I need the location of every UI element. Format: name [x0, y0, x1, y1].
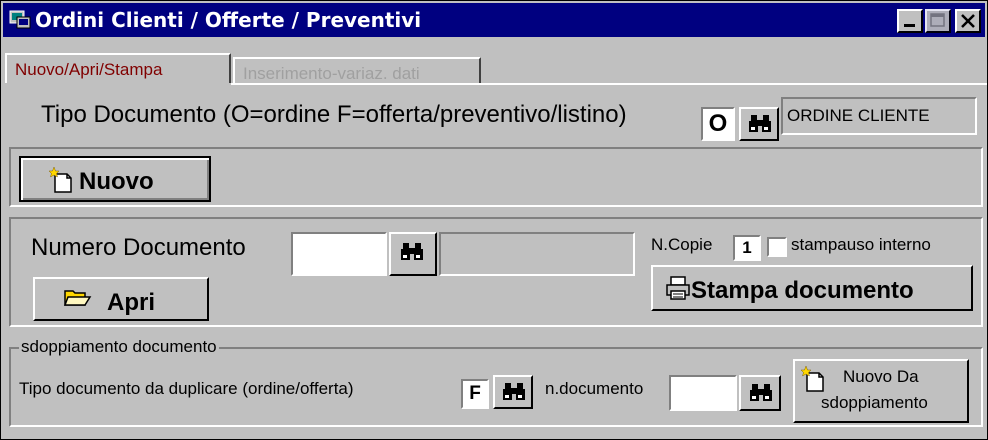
stampa-documento-label: Stampa documento: [691, 277, 914, 304]
binoculars-icon: [750, 384, 772, 401]
apri-button[interactable]: Apri: [33, 277, 209, 321]
stampa-documento-button[interactable]: Stampa documento: [651, 265, 973, 311]
tab-divider: [231, 83, 987, 85]
numero-documento-input[interactable]: [291, 232, 387, 276]
nuovo-button-label: Nuovo: [79, 168, 154, 195]
apri-button-label: Apri: [107, 289, 155, 316]
open-folder-icon: [63, 290, 92, 306]
stampa-uso-interno-checkbox[interactable]: [767, 237, 787, 257]
tipo-duplicare-label: Tipo documento da duplicare (ordine/offe…: [19, 379, 354, 398]
binoculars-icon: [401, 243, 423, 260]
sdoppiamento-label: sdoppiamento: [821, 393, 928, 412]
stampa-uso-interno-label: stampauso interno: [791, 235, 931, 254]
tab-nuovo-apri-stampa[interactable]: Nuovo/Apri/Stampa: [5, 53, 231, 83]
n-documento-label: n.documento: [545, 379, 644, 398]
nuovo-da-label: Nuovo Da: [843, 367, 919, 386]
ncopie-input[interactable]: 1: [733, 235, 761, 261]
new-document-icon: [49, 166, 72, 193]
application-window: Ordini Clienti / Offerte / Preventivi Nu…: [0, 0, 988, 440]
numero-documento-description: [439, 232, 635, 276]
numero-documento-search-button[interactable]: [389, 232, 437, 276]
printer-icon: [666, 276, 690, 300]
minimize-icon: [904, 24, 915, 27]
nuovo-button[interactable]: Nuovo: [19, 156, 211, 202]
n-documento-input[interactable]: [669, 375, 737, 411]
tipo-documento-search-button[interactable]: [739, 107, 779, 141]
window-title: Ordini Clienti / Offerte / Preventivi: [35, 8, 422, 32]
title-bar[interactable]: Ordini Clienti / Offerte / Preventivi: [3, 3, 985, 37]
binoculars-icon: [503, 383, 525, 400]
tipo-documento-label: Tipo Documento (O=ordine F=offerta/preve…: [41, 101, 627, 128]
numero-documento-label: Numero Documento: [31, 234, 246, 261]
tipo-documento-input[interactable]: O: [701, 107, 735, 141]
maximize-button[interactable]: [925, 9, 951, 33]
tipo-duplicare-search-button[interactable]: [493, 375, 533, 409]
sdoppiamento-group-label: sdoppiamento documento: [19, 337, 219, 357]
tipo-documento-description: ORDINE CLIENTE: [781, 97, 977, 135]
minimize-button[interactable]: [897, 9, 923, 33]
nuovo-da-sdoppiamento-button[interactable]: Nuovo Da sdoppiamento: [793, 359, 969, 423]
n-documento-search-button[interactable]: [739, 375, 781, 411]
close-button[interactable]: [955, 9, 981, 33]
app-icon: [9, 10, 31, 29]
tipo-duplicare-input[interactable]: F: [461, 379, 489, 409]
maximize-icon: [930, 13, 945, 27]
new-document-icon: [801, 365, 824, 392]
close-icon: [961, 14, 975, 28]
tab-inserimento-dati[interactable]: Inserimento-variaz. dati: [233, 57, 481, 85]
ncopie-label: N.Copie: [651, 235, 713, 254]
binoculars-icon: [749, 115, 771, 132]
